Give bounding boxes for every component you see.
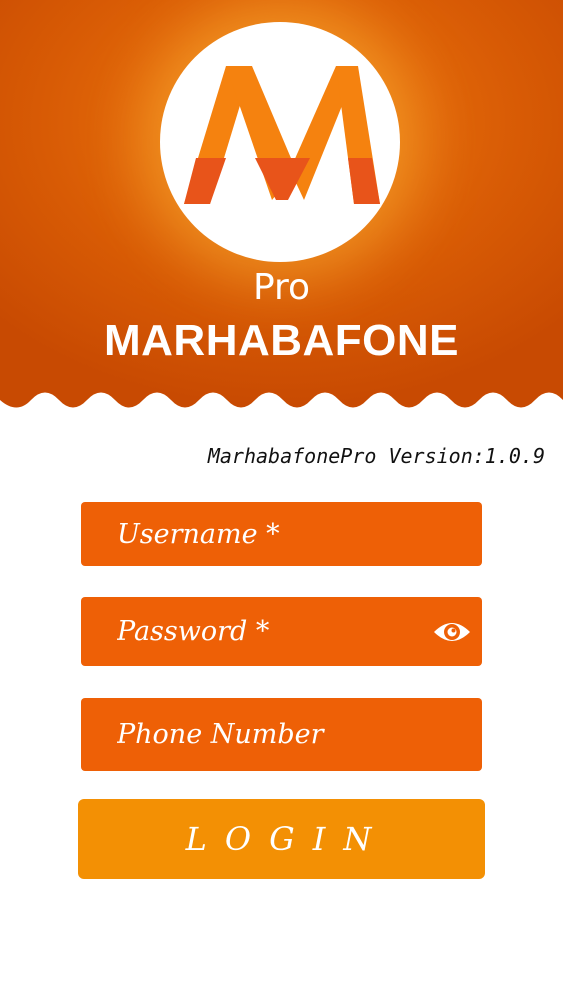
eye-icon[interactable]: [432, 616, 472, 648]
brand-subtitle: Pro: [252, 267, 311, 308]
password-input[interactable]: [81, 597, 482, 666]
brand-name: MARHABAFONE: [103, 316, 460, 365]
version-label: MarhabafonePro Version:1.0.9: [207, 444, 545, 468]
password-field-container: [81, 597, 482, 666]
login-screen: Pro MARHABAFONE MarhabafonePro Version:1…: [0, 0, 563, 1000]
m-logo-icon: [184, 66, 380, 204]
username-input[interactable]: [81, 502, 482, 566]
username-field-container: [81, 502, 482, 566]
phone-field-container: [81, 698, 482, 771]
phone-input[interactable]: [81, 698, 482, 771]
header-banner: Pro MARHABAFONE: [0, 0, 563, 430]
login-button[interactable]: LOGIN: [78, 799, 485, 879]
app-logo: [160, 22, 400, 262]
